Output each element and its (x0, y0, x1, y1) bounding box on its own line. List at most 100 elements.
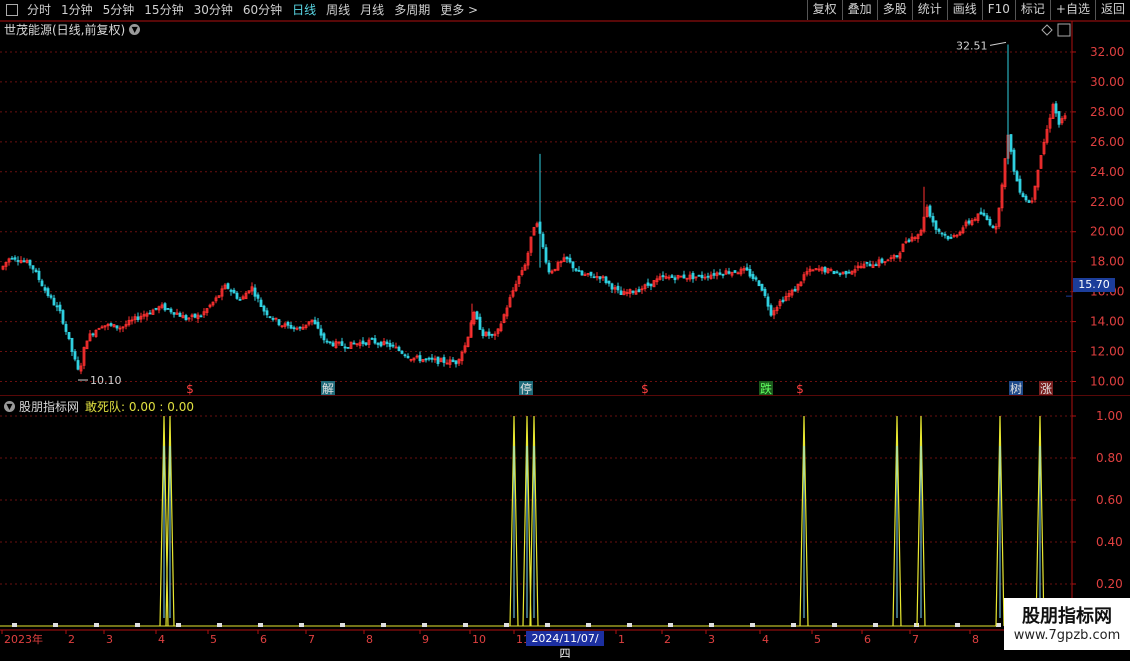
candle-body (670, 275, 674, 278)
candle-body (136, 316, 140, 321)
y-tick-label: 28.00 (1090, 105, 1124, 119)
candle-body (781, 299, 785, 302)
candle-body (697, 274, 701, 277)
watermark-title: 股朋指标网 (1022, 606, 1112, 627)
candle-body (70, 337, 74, 352)
event-marker: $ (641, 382, 649, 396)
candle-body (199, 315, 203, 318)
y-tick-label: 14.00 (1090, 315, 1124, 329)
indicator-chart[interactable]: 1.000.800.600.400.202023年 2 3 4 5 6 7 8 9 10 11 1 2 3… (0, 396, 1130, 648)
y-tick-label: 30.00 (1090, 75, 1124, 89)
x-tick-label: 7 (912, 633, 919, 646)
candle-body (406, 355, 410, 359)
chevron-down-icon[interactable]: ▼ (4, 401, 15, 412)
x-tick-label: 4 (158, 633, 165, 646)
y-tick-label: 18.00 (1090, 255, 1124, 269)
candle-body (727, 271, 731, 274)
indicator-series-label: 敢死队: 0.00 : 0.00 (85, 400, 194, 414)
candle-body (193, 313, 197, 318)
candle-body (430, 357, 434, 360)
baseline-dot (217, 623, 222, 627)
baseline-dot (176, 623, 181, 627)
candle-body (691, 272, 695, 280)
candle-body (838, 273, 842, 276)
candle-body (73, 351, 77, 360)
candle-body (880, 258, 884, 263)
candle-body (847, 271, 851, 274)
candle-body (1009, 134, 1013, 152)
candle-body (442, 357, 446, 363)
candle-body (292, 327, 296, 330)
candle-body (1027, 200, 1031, 203)
candle-body (943, 233, 947, 236)
baseline-dot (545, 623, 550, 627)
x-tick-label: 5 (814, 633, 821, 646)
candle-body (184, 315, 188, 321)
candle-body (544, 247, 548, 263)
x-tick-label: 2 (68, 633, 75, 646)
y-tick-label: 0.60 (1096, 493, 1123, 507)
watermark-url: www.7gpzb.com (1013, 628, 1121, 643)
price-chart[interactable]: 32.00 30.00 28.00 26.00 24.00 22.00 20.00 18.00… (0, 0, 1130, 396)
diamond-icon (1041, 24, 1053, 36)
candle-body (286, 321, 290, 326)
candle-body (745, 267, 749, 271)
candle-body (451, 359, 455, 363)
candle-body (49, 295, 53, 298)
candle-body (577, 270, 581, 272)
candle-body (649, 283, 653, 287)
candles (1, 44, 1067, 375)
watermark: 股朋指标网 www.7gpzb.com (1004, 598, 1130, 650)
candle-body (571, 261, 575, 269)
baseline-dot (627, 623, 632, 627)
candle-body (400, 350, 404, 354)
candle-body (721, 273, 725, 276)
candle-body (598, 276, 602, 280)
candle-body (436, 356, 440, 364)
baseline-dot (381, 623, 386, 627)
candle-body (115, 325, 119, 329)
candle-body (718, 272, 722, 275)
candle-body (340, 341, 344, 346)
candle-body (277, 319, 281, 326)
baseline-dot (463, 623, 468, 627)
x-tick-label: 2 (664, 633, 671, 646)
candle-body (835, 271, 839, 274)
event-marker: 跌 (760, 381, 772, 396)
baseline-dot (299, 623, 304, 627)
event-marker: 涨 (1040, 381, 1052, 396)
y-tick-label: 32.00 (1090, 45, 1124, 59)
candle-body (262, 305, 266, 312)
candle-body (580, 270, 584, 276)
candle-body (868, 263, 872, 267)
candle-body (895, 255, 899, 258)
candle-body (232, 289, 236, 294)
candle-body (322, 333, 326, 341)
candle-body (769, 305, 773, 316)
baseline-dot (996, 623, 1001, 627)
candle-body (370, 337, 374, 340)
candle-body (982, 212, 986, 216)
candle-body (589, 271, 593, 276)
x-tick-label: 6 (864, 633, 871, 646)
candle-body (154, 307, 158, 310)
candle-body (91, 333, 95, 336)
candle-body (328, 341, 332, 344)
event-marker: $ (796, 382, 804, 396)
candle-body (13, 257, 17, 260)
candle-body (706, 275, 710, 278)
candle-body (28, 259, 32, 266)
y-tick-label: 24.00 (1090, 165, 1124, 179)
candle-body (946, 235, 950, 240)
candle-body (481, 329, 485, 337)
candle-body (937, 229, 941, 232)
x-tick-label: 3 (708, 633, 715, 646)
baseline-dot (791, 623, 796, 627)
candle-body (169, 308, 173, 313)
baseline-dot (94, 623, 99, 627)
candle-body (490, 333, 494, 336)
candle-body (298, 326, 302, 329)
y-tick-label: 10.00 (1090, 375, 1124, 389)
candle-body (397, 346, 401, 352)
candle-body (313, 319, 317, 325)
